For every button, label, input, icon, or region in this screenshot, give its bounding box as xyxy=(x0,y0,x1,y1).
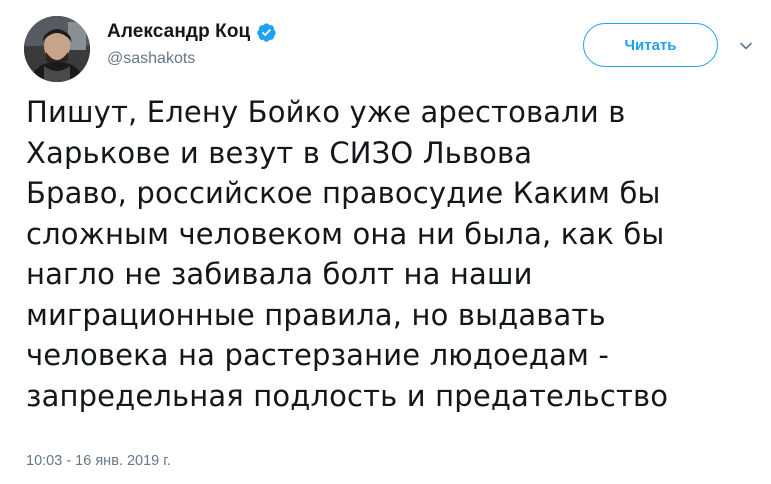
tweet-card: Александр Коц @sashakots Читать Пишут, Е… xyxy=(0,0,771,484)
tweet-timestamp[interactable]: 10:03 - 16 янв. 2019 г. xyxy=(26,453,171,469)
avatar-photo xyxy=(24,16,90,82)
verified-badge-icon xyxy=(256,22,277,43)
author-display-name[interactable]: Александр Коц xyxy=(107,21,250,43)
follow-button[interactable]: Читать xyxy=(583,23,718,67)
author-block: Александр Коц @sashakots xyxy=(107,20,277,68)
tweet-text: Пишут, Елену Бойко уже арестовали в Харь… xyxy=(26,95,669,413)
author-name-row: Александр Коц xyxy=(107,20,277,44)
avatar[interactable] xyxy=(24,16,90,82)
author-handle[interactable]: @sashakots xyxy=(107,50,277,68)
chevron-down-icon[interactable] xyxy=(738,38,754,54)
